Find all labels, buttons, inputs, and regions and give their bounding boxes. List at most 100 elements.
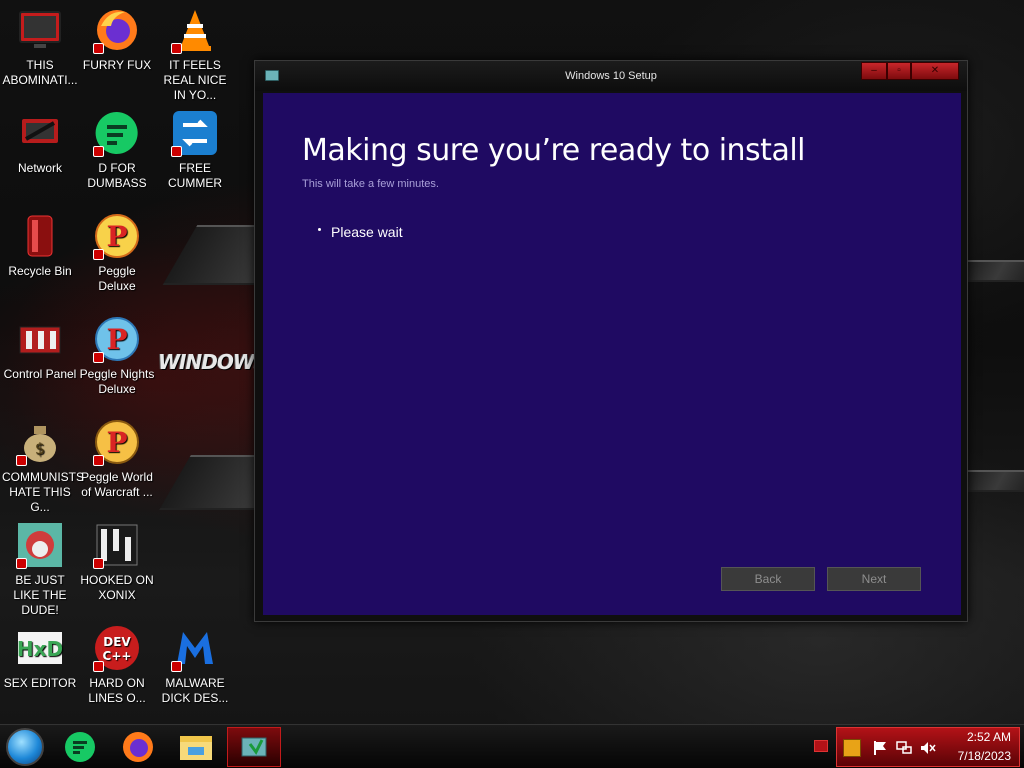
desktop: WINDOWS THIS ABOMINATI... Network Recycl… <box>0 0 1024 724</box>
chat-app-icon <box>93 109 141 157</box>
minimize-button[interactable]: – <box>861 62 887 80</box>
desktop-icon-sex-editor[interactable]: HxD SEX EDITOR <box>0 620 80 720</box>
taskbar: 2:52 AM 7/18/2023 <box>0 724 1024 768</box>
desktop-icon-peggle-nights[interactable]: P Peggle Nights Deluxe <box>77 311 157 411</box>
next-button[interactable]: Next <box>827 567 921 591</box>
shortcut-badge <box>16 455 27 466</box>
desktop-icon-be-just-like-the-dude[interactable]: BE JUST LIKE THE DUDE! <box>0 517 80 617</box>
recycle-bin-icon <box>16 212 64 260</box>
desktop-icon-peggle-deluxe[interactable]: P Peggle Deluxe <box>77 208 157 308</box>
desktop-icon-communists[interactable]: $ COMMUNISTS HATE THIS G... <box>0 414 84 514</box>
shortcut-badge <box>93 352 104 363</box>
taskbar-firefox[interactable] <box>111 727 165 767</box>
game-character-icon <box>16 521 64 569</box>
icon-label: Peggle Deluxe <box>98 264 136 293</box>
dev-cpp-icon: DEV C++ <box>93 624 141 672</box>
xonix-icon <box>93 521 141 569</box>
system-tray: 2:52 AM 7/18/2023 <box>836 727 1020 767</box>
vlc-cone-icon <box>171 6 219 54</box>
clock-time[interactable]: 2:52 AM <box>967 730 1011 744</box>
maximize-button[interactable]: ▫ <box>887 62 911 80</box>
monitor-icon <box>16 6 64 54</box>
money-bag-icon: $ <box>16 418 64 466</box>
shortcut-badge <box>171 146 182 157</box>
setup-content-panel: Making sure you’re ready to install This… <box>263 93 961 615</box>
icon-label: HARD ON LINES O... <box>88 676 146 705</box>
icon-label: Peggle World of Warcraft ... <box>81 470 153 499</box>
desktop-icon-peggle-wow[interactable]: P Peggle World of Warcraft ... <box>77 414 157 514</box>
desktop-icon-this-abomination[interactable]: THIS ABOMINATI... <box>0 2 80 102</box>
control-panel-icon <box>16 315 64 363</box>
taskbar-file-explorer[interactable] <box>169 727 223 767</box>
taskbar-chat-app[interactable] <box>53 727 107 767</box>
network-icon <box>16 109 64 157</box>
icon-label: COMMUNISTS HATE THIS G... <box>2 470 84 514</box>
svg-text:P: P <box>106 323 127 356</box>
icon-label: Network <box>17 161 62 175</box>
progress-dot-icon <box>318 228 321 231</box>
desktop-icon-malware[interactable]: MALWARE DICK DES... <box>155 620 235 720</box>
svg-text:HxD: HxD <box>17 637 63 661</box>
icon-label: FURRY FUX <box>82 58 152 72</box>
shortcut-badge <box>171 661 182 672</box>
svg-text:$: $ <box>35 439 45 458</box>
status-row: Please wait <box>318 224 403 240</box>
shortcut-badge <box>93 558 104 569</box>
windows-setup-window[interactable]: Windows 10 Setup – ▫ ✕ Making sure you’r… <box>254 60 968 622</box>
peggle-icon: P <box>93 212 141 260</box>
status-text: Please wait <box>331 224 403 240</box>
desktop-icon-d-for-dumbass[interactable]: D FOR DUMBASS <box>77 105 157 205</box>
hex-editor-icon: HxD <box>16 624 64 672</box>
icon-label: HOOKED ON XONIX <box>80 573 154 602</box>
desktop-icon-recycle-bin[interactable]: Recycle Bin <box>0 208 80 308</box>
shortcut-badge <box>93 146 104 157</box>
show-desktop-icon[interactable] <box>814 740 828 752</box>
desktop-icon-control-panel[interactable]: Control Panel <box>0 311 80 411</box>
firefox-icon <box>123 732 153 762</box>
windows-setup-icon <box>241 737 267 757</box>
network-tray-icon[interactable] <box>895 739 913 757</box>
action-center-icon[interactable] <box>843 739 861 757</box>
desktop-icon-hard-on-lines[interactable]: DEV C++ HARD ON LINES O... <box>77 620 157 720</box>
icon-label: BE JUST LIKE THE DUDE! <box>13 573 67 617</box>
desktop-icon-free-cummer[interactable]: FREE CUMMER <box>155 105 235 205</box>
peggle-nights-icon: P <box>93 315 141 363</box>
svg-text:C++: C++ <box>103 649 132 663</box>
icon-label: THIS ABOMINATI... <box>2 58 78 87</box>
icon-label: Peggle Nights Deluxe <box>79 367 155 396</box>
wallpaper-logo: WINDOWS <box>158 350 268 374</box>
clock-date[interactable]: 7/18/2023 <box>958 749 1011 763</box>
desktop-icon-network[interactable]: Network <box>0 105 80 205</box>
svg-text:P: P <box>106 426 127 459</box>
malwarebytes-icon <box>171 624 219 672</box>
chat-app-icon <box>65 732 95 762</box>
shortcut-badge <box>93 455 104 466</box>
svg-text:DEV: DEV <box>103 635 131 649</box>
start-button[interactable] <box>6 728 44 766</box>
icon-label: SEX EDITOR <box>3 676 77 690</box>
page-subtitle: This will take a few minutes. <box>302 178 439 190</box>
flag-icon[interactable] <box>871 739 889 757</box>
taskbar-windows-setup[interactable] <box>227 727 281 767</box>
shortcut-badge <box>171 43 182 54</box>
window-titlebar[interactable]: Windows 10 Setup – ▫ ✕ <box>255 61 967 91</box>
peggle-wow-icon: P <box>93 418 141 466</box>
volume-muted-icon[interactable] <box>919 739 937 757</box>
file-explorer-icon <box>180 736 212 760</box>
shortcut-badge <box>93 661 104 672</box>
back-button[interactable]: Back <box>721 567 815 591</box>
icon-label: MALWARE DICK DES... <box>161 676 229 705</box>
icon-label: D FOR DUMBASS <box>87 161 147 190</box>
icon-label: Control Panel <box>3 367 77 381</box>
icon-label: IT FEELS REAL NICE IN YO... <box>163 58 227 102</box>
desktop-icon-hooked-on-xonix[interactable]: HOOKED ON XONIX <box>77 517 157 617</box>
page-title: Making sure you’re ready to install <box>302 133 806 168</box>
shortcut-badge <box>93 249 104 260</box>
converter-icon <box>171 109 219 157</box>
icon-label: FREE CUMMER <box>168 161 222 190</box>
desktop-icon-it-feels-real[interactable]: IT FEELS REAL NICE IN YO... <box>155 2 235 102</box>
icon-label: Recycle Bin <box>8 264 72 278</box>
shortcut-badge <box>93 43 104 54</box>
desktop-icon-furry-fux[interactable]: FURRY FUX <box>77 2 157 102</box>
close-button[interactable]: ✕ <box>911 62 959 80</box>
